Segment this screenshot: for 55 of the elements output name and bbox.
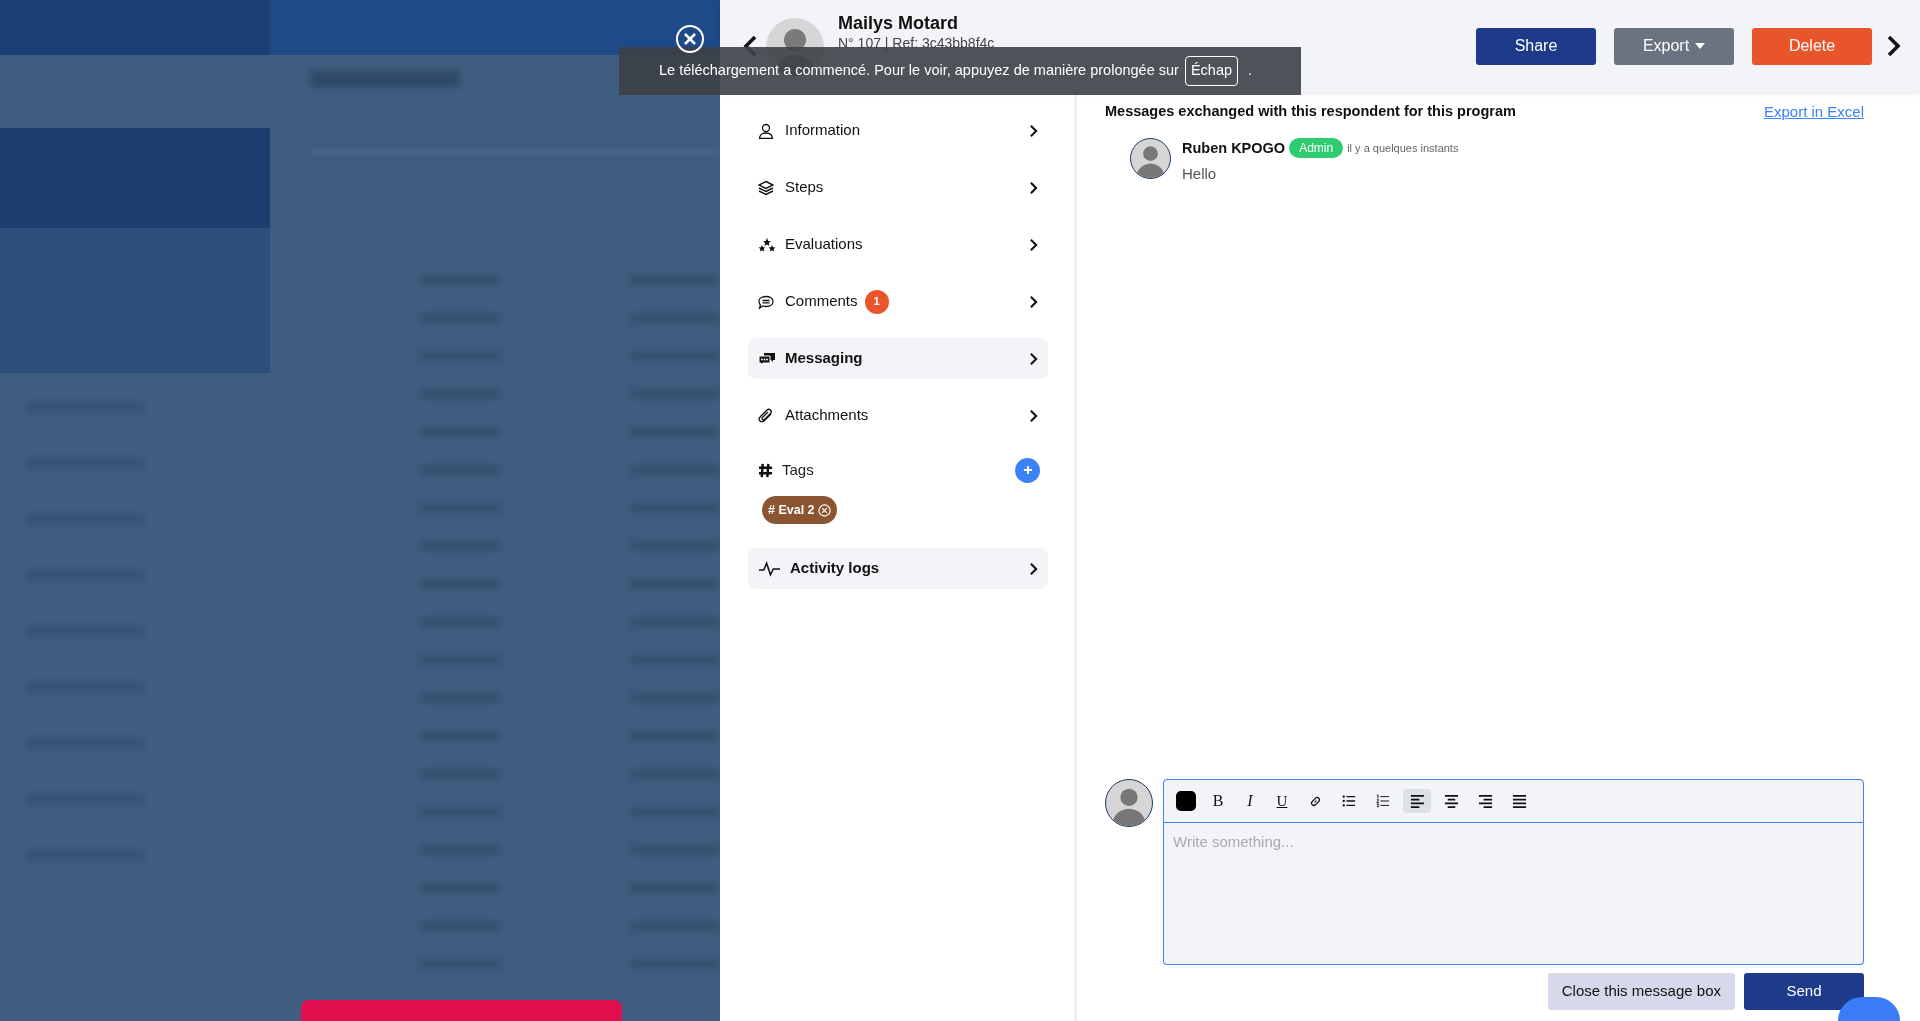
underline-button[interactable]: U: [1269, 788, 1295, 814]
respondent-name: Mailys Motard: [838, 12, 960, 35]
menu-item[interactable]: Evaluations: [748, 224, 1048, 265]
chevron-right-icon: [1029, 351, 1038, 366]
respondent-reference: N° 107 | Ref: 3c43bb8f4c: [838, 34, 995, 52]
message-text: Hello: [1182, 164, 1218, 185]
chevron-right-icon: [1029, 561, 1038, 576]
activity-logs-row[interactable]: Activity logs: [748, 548, 1048, 589]
menu-item[interactable]: Comments 1: [748, 281, 1048, 322]
export-button[interactable]: Export: [1614, 27, 1734, 65]
delete-button[interactable]: Delete: [1752, 27, 1872, 65]
align-left-icon[interactable]: [1403, 789, 1431, 813]
caret-icon: [1695, 43, 1706, 49]
menu-item[interactable]: Messaging: [748, 338, 1048, 379]
stars-icon: [758, 236, 776, 253]
export-excel-link[interactable]: Export in Excel: [1763, 101, 1864, 124]
send-button[interactable]: Send: [1744, 973, 1864, 1010]
key-label: Échap: [1184, 56, 1238, 86]
chat-bubbles-icon: [758, 350, 776, 367]
count-badge: 1: [864, 289, 889, 314]
messages-title: Messages exchanged with this respondent for this program: [1105, 102, 1516, 122]
bold-button[interactable]: B: [1205, 788, 1231, 814]
menu-item[interactable]: Information: [748, 110, 1048, 151]
author-name: Ruben KPOGO: [1182, 138, 1286, 158]
toast-message: Le téléchargement a commencé. Pour le voir, appuyez de manière prolongée sur: [659, 61, 1179, 81]
toast-period: .: [1248, 61, 1253, 81]
menu-item[interactable]: Steps: [748, 167, 1048, 208]
avatar-icon: [1105, 779, 1153, 827]
role-badge: Admin: [1289, 138, 1344, 159]
layers-icon: [758, 179, 776, 196]
message-input[interactable]: Write something...: [1163, 823, 1864, 965]
add-tag-button[interactable]: [1015, 457, 1040, 483]
tag-chip: # Eval 2: [762, 496, 837, 524]
close-message-box-button[interactable]: Close this message box: [1547, 973, 1735, 1010]
chevron-right-icon: [1029, 237, 1038, 252]
close-icon[interactable]: [675, 24, 705, 54]
person-icon: [758, 122, 776, 139]
hash-icon: [758, 462, 773, 478]
chevron-right-icon: [1029, 294, 1038, 309]
menu-item[interactable]: Attachments: [748, 395, 1048, 436]
color-picker-button[interactable]: [1173, 788, 1199, 814]
chevron-right-icon: [1029, 123, 1038, 138]
message-time: il y a quelques instants: [1347, 141, 1459, 157]
chevron-right-icon: [1029, 408, 1038, 423]
share-button[interactable]: Share: [1476, 27, 1596, 65]
floating-button[interactable]: [1838, 997, 1900, 1021]
chevron-right-icon: [1029, 180, 1038, 195]
avatar-icon: [1130, 137, 1171, 179]
tags-label: Tags: [782, 459, 814, 480]
plus-icon: [1022, 465, 1033, 475]
speech-bubble-icon: [758, 293, 776, 310]
italic-button[interactable]: I: [1237, 788, 1263, 814]
next-arrow-icon[interactable]: [1886, 34, 1902, 58]
activity-wave-icon: [758, 560, 781, 577]
remove-icon[interactable]: [817, 503, 831, 517]
